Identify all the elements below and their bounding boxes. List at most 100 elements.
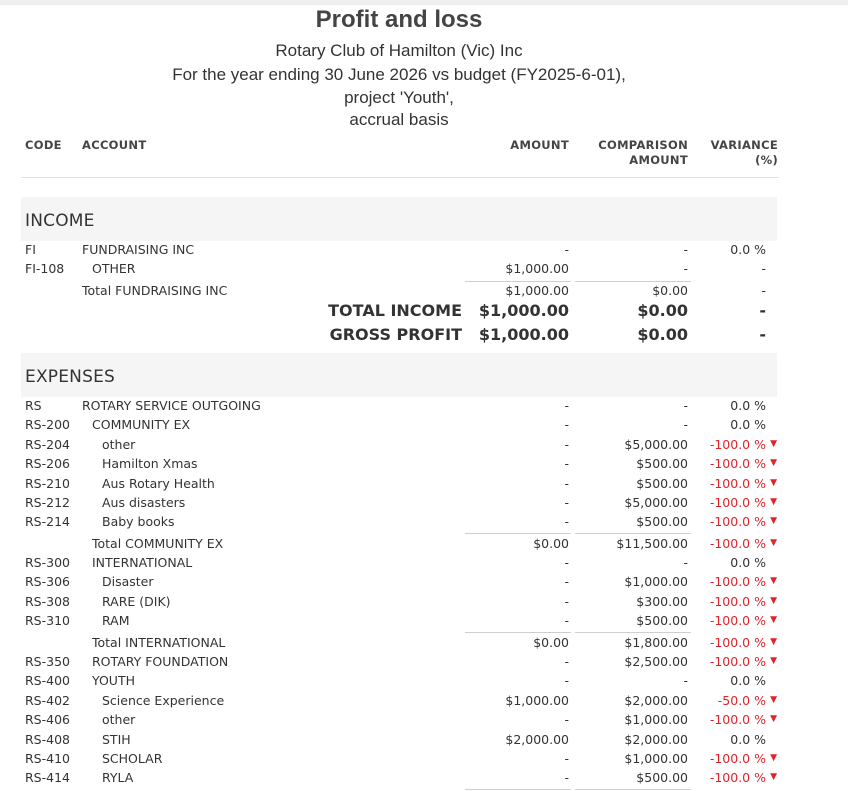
table-total-row[interactable]: Total INTERNATIONAL $0.00 $1,800.00 ▼ -100.0…: [0, 633, 848, 652]
account-code: RS: [25, 398, 42, 413]
organisation-name: Rotary Club of Hamilton (Vic) Inc: [275, 41, 523, 60]
account-name: Science Experience: [102, 693, 225, 708]
account-code: RS-214: [25, 514, 70, 529]
total-income-label: TOTAL INCOME: [328, 301, 462, 320]
table-total-row[interactable]: Total FUNDRAISING INC $1,000.00 $0.00 -: [0, 281, 848, 300]
total-income-amount: $1,000.00: [478, 301, 569, 320]
account-code: RS-200: [25, 417, 70, 432]
variance-value: 0.0 %: [730, 242, 766, 257]
account-code: RS-414: [25, 770, 70, 785]
amount-value: $1,000.00: [505, 283, 569, 298]
section-expenses-label: EXPENSES: [25, 367, 116, 387]
amount-value: $2,000.00: [505, 732, 569, 747]
account-code: RS-350: [25, 654, 70, 669]
account-name: RARE (DIK): [102, 594, 171, 609]
table-row[interactable]: RS-408 STIH $2,000.00 $2,000.00 0.0 %: [0, 730, 848, 749]
variance-value: -100.0 %: [709, 476, 766, 491]
comparison-value: $2,000.00: [624, 693, 688, 708]
table-row[interactable]: RS-402 Science Experience $1,000.00 $2,000.…: [0, 691, 848, 710]
amount-value: -: [564, 242, 569, 257]
account-code: FI: [25, 242, 36, 257]
variance-value: 0.0 %: [730, 398, 766, 413]
amount-value: -: [564, 712, 569, 727]
report-period: For the year ending 30 June 2026 vs budg…: [172, 65, 626, 84]
comparison-value: $2,500.00: [624, 654, 688, 669]
table-row[interactable]: RS-214 Baby books - $500.00 ▼ -100.0 %: [0, 512, 848, 531]
comparison-value: -: [683, 417, 688, 432]
amount-value: -: [564, 456, 569, 471]
down-triangle-icon: ▼: [770, 596, 777, 606]
table-row[interactable]: RS-310 RAM - $500.00 ▼ -100.0 %: [0, 611, 848, 630]
column-header-variance-line1: VARIANCE: [710, 138, 778, 152]
down-triangle-icon: ▼: [770, 772, 777, 782]
variance-value: 0.0 %: [730, 673, 766, 688]
report-project: project 'Youth',: [344, 88, 454, 107]
amount-value: -: [564, 437, 569, 452]
table-total-row[interactable]: Total COMMUNITY EX $0.00 $11,500.00 ▼ -100.0…: [0, 534, 848, 553]
section-income-heading: INCOME: [21, 197, 777, 241]
table-row[interactable]: RS ROTARY SERVICE OUTGOING - - 0.0 %: [0, 396, 848, 415]
gross-profit-variance: -: [759, 325, 766, 344]
comparison-value: $500.00: [636, 613, 688, 628]
account-code: RS-308: [25, 594, 70, 609]
variance-value: 0.0 %: [730, 555, 766, 570]
subtotal-divider: [465, 632, 571, 633]
comparison-value: -: [683, 673, 688, 688]
table-row[interactable]: RS-204 other - $5,000.00 ▼ -100.0 %: [0, 435, 848, 454]
comparison-value: $1,000.00: [624, 751, 688, 766]
column-header-variance-line2: (%): [755, 153, 778, 167]
column-header-comparison: COMPARISON AMOUNT: [578, 138, 688, 168]
account-name: Aus disasters: [102, 495, 186, 510]
gross-profit-amount: $1,000.00: [478, 325, 569, 344]
table-row[interactable]: RS-306 Disaster - $1,000.00 ▼ -100.0 %: [0, 572, 848, 591]
table-row[interactable]: RS-212 Aus disasters - $5,000.00 ▼ -100.0 %: [0, 493, 848, 512]
amount-value: -: [564, 398, 569, 413]
variance-value: -100.0 %: [709, 613, 766, 628]
table-row[interactable]: RS-200 COMMUNITY EX - - 0.0 %: [0, 415, 848, 434]
amount-value: -: [564, 751, 569, 766]
account-code: RS-300: [25, 555, 70, 570]
amount-value: $1,000.00: [505, 693, 569, 708]
variance-value: -: [761, 261, 766, 276]
table-row[interactable]: RS-410 SCHOLAR - $1,000.00 ▼ -100.0 %: [0, 749, 848, 768]
account-code: RS-406: [25, 712, 70, 727]
account-code: FI-108: [25, 261, 65, 276]
comparison-value: $500.00: [636, 476, 688, 491]
section-income-label: INCOME: [25, 211, 95, 231]
table-row[interactable]: RS-406 other - $1,000.00 ▼ -100.0 %: [0, 710, 848, 729]
table-row[interactable]: RS-206 Hamilton Xmas - $500.00 ▼ -100.0 %: [0, 454, 848, 473]
table-row[interactable]: RS-350 ROTARY FOUNDATION - $2,500.00 ▼ -100.0…: [0, 652, 848, 671]
gross-profit-comparison: $0.00: [637, 325, 688, 344]
account-code: RS-206: [25, 456, 70, 471]
variance-value: -100.0 %: [709, 751, 766, 766]
variance-value: -100.0 %: [709, 514, 766, 529]
amount-value: -: [564, 555, 569, 570]
table-row[interactable]: RS-300 INTERNATIONAL - - 0.0 %: [0, 553, 848, 572]
comparison-value: $500.00: [636, 514, 688, 529]
table-row[interactable]: RS-308 RARE (DIK) - $300.00 ▼ -100.0 %: [0, 592, 848, 611]
comparison-value: $500.00: [636, 770, 688, 785]
table-row[interactable]: RS-400 YOUTH - - 0.0 %: [0, 671, 848, 690]
gross-profit-label: GROSS PROFIT: [329, 325, 462, 344]
down-triangle-icon: ▼: [770, 458, 777, 468]
report-basis: accrual basis: [349, 110, 449, 129]
comparison-value: $0.00: [652, 283, 688, 298]
account-name: other: [102, 712, 136, 727]
total-income-comparison: $0.00: [637, 301, 688, 320]
account-code: RS-210: [25, 476, 70, 491]
variance-value: -100.0 %: [709, 594, 766, 609]
variance-value: 0.0 %: [730, 417, 766, 432]
down-triangle-icon: ▼: [770, 615, 777, 625]
amount-value: -: [564, 574, 569, 589]
table-row[interactable]: RS-414 RYLA - $500.00 ▼ -100.0 %: [0, 768, 848, 787]
down-triangle-icon: ▼: [770, 753, 777, 763]
comparison-value: $1,000.00: [624, 712, 688, 727]
variance-value: -100.0 %: [709, 495, 766, 510]
subtotal-divider: [575, 533, 691, 534]
table-row[interactable]: FI FUNDRAISING INC - - 0.0 %: [0, 240, 848, 259]
top-bar: [0, 0, 848, 5]
subtotal-divider: [575, 632, 691, 633]
table-row[interactable]: RS-210 Aus Rotary Health - $500.00 ▼ -100.0 %: [0, 474, 848, 493]
variance-value: -100.0 %: [709, 574, 766, 589]
table-row[interactable]: FI-108 OTHER $1,000.00 - -: [0, 259, 848, 278]
